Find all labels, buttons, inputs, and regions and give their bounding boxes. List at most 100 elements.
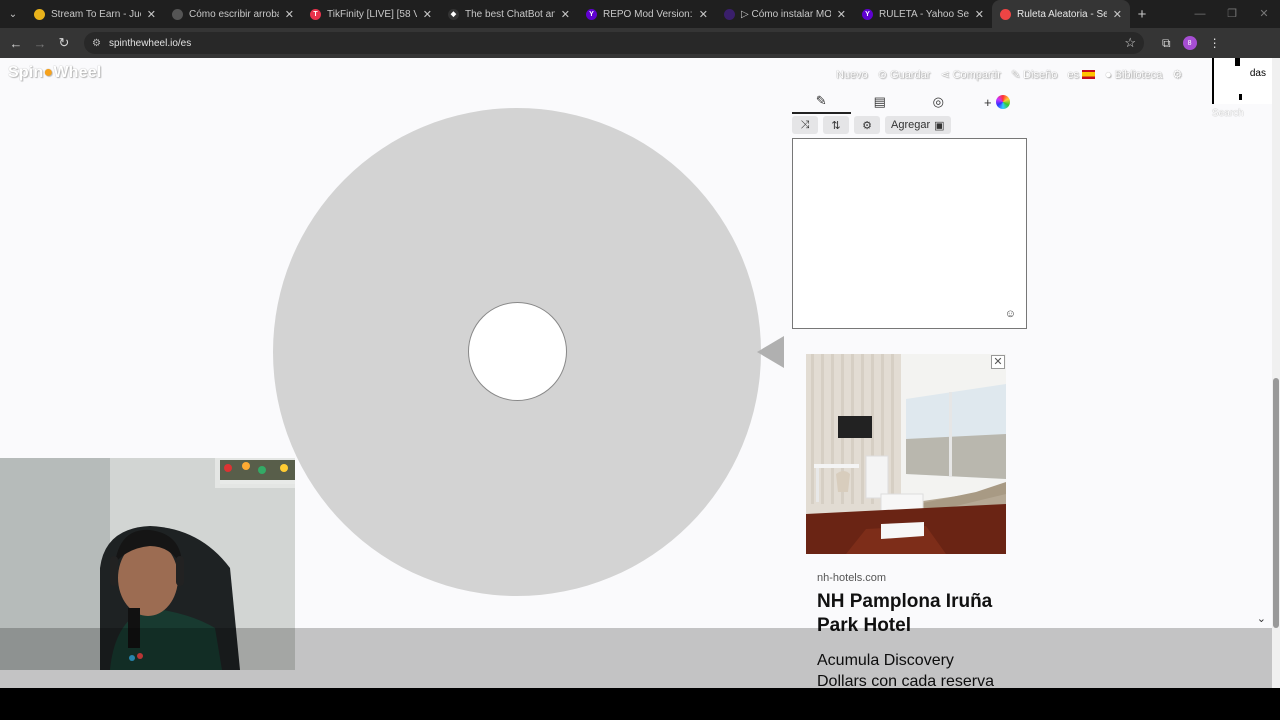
logo-text-wheel: Wheel <box>53 64 102 81</box>
tab-close-icon[interactable]: ✕ <box>285 8 294 21</box>
tab-favicon-icon: T <box>310 8 321 20</box>
minimize-icon[interactable]: — <box>1184 0 1216 28</box>
profile-avatar[interactable]: 8 <box>1182 36 1197 50</box>
close-window-icon[interactable]: ✕ <box>1248 0 1280 28</box>
browser-tabstrip: ⌄ Stream To Earn - Juegos p✕Cómo escribi… <box>0 0 1280 28</box>
url-text: spinthewheel.io/es <box>108 37 192 49</box>
nav-diseno[interactable]: ✎ Diseño <box>1010 68 1058 82</box>
site-logo[interactable]: Spin●Wheel <box>8 64 101 82</box>
nav-guardar[interactable]: ⊙ Guardar <box>877 68 931 82</box>
restore-icon[interactable]: ❐ <box>1216 0 1248 28</box>
nav-nuevo-label: Nuevo <box>836 68 868 81</box>
tab-close-icon[interactable]: ✕ <box>561 8 570 21</box>
nav-compartir-label: Compartir <box>952 68 1001 81</box>
dim-overlay <box>0 628 1280 688</box>
popup-marker <box>1239 94 1242 100</box>
add-image-button[interactable]: Agregar ▣ <box>885 116 951 134</box>
menu-kebab-icon[interactable]: ⋮ <box>1209 36 1221 50</box>
spain-flag-icon <box>1081 70 1095 79</box>
reload-icon[interactable]: ↻ <box>52 35 76 51</box>
tab-close-icon[interactable]: ✕ <box>423 8 432 21</box>
tab-title: Stream To Earn - Juegos p <box>51 8 141 20</box>
browser-tab[interactable]: Y REPO Mod Version: 10v - ✕ <box>578 0 716 28</box>
globe-icon: ● <box>1104 68 1112 81</box>
add-image-label: Agregar <box>891 119 931 131</box>
taskbar-strip <box>0 688 1280 720</box>
share-icon: ⋖ <box>940 69 950 81</box>
tab-title: ▷ Cómo instalar MODS e <box>741 8 831 20</box>
nav-biblioteca[interactable]: ● Biblioteca <box>1105 68 1162 81</box>
tab-edit[interactable]: ✎ <box>792 90 851 114</box>
nav-biblioteca-label: Biblioteca <box>1114 68 1163 81</box>
tab-close-icon[interactable]: ✕ <box>699 8 708 21</box>
forward-icon[interactable]: → <box>28 36 52 51</box>
browser-tab[interactable]: Ruleta Aleatoria - Selecto ✕ <box>992 0 1130 28</box>
pencil-icon: ✎ <box>815 93 827 108</box>
nav-lang-label: es <box>1067 68 1079 81</box>
browser-tab[interactable]: Cómo escribir arroba ✕ <box>164 0 302 28</box>
entries-textarea[interactable]: ☺ <box>792 138 1027 329</box>
sort-button[interactable]: ⇅ <box>823 116 849 134</box>
gear-icon: ⚙ <box>1172 69 1183 81</box>
nav-guardar-label: Guardar <box>890 68 931 81</box>
bookmark-star-icon[interactable]: ☆ <box>1124 35 1136 51</box>
site-info-icon[interactable]: ⚙ <box>92 38 101 49</box>
window-controls: — ❐ ✕ <box>1184 0 1280 28</box>
nav-diseno-label: Diseño <box>1023 68 1058 81</box>
hotel-room-illustration <box>806 354 1006 554</box>
tab-list: Stream To Earn - Juegos p✕Cómo escribir … <box>26 0 1130 28</box>
tab-title: Cómo escribir arroba <box>189 8 279 20</box>
save-icon: ⊙ <box>877 69 888 81</box>
nav-language[interactable]: es <box>1067 68 1095 81</box>
back-icon[interactable]: ← <box>4 36 28 51</box>
tab-close-icon[interactable]: ✕ <box>975 8 984 21</box>
new-tab-button[interactable]: + <box>1130 6 1154 23</box>
tab-title: The best ChatBot and Wid <box>465 8 555 20</box>
extensions-icon[interactable]: ⧉ <box>1162 36 1171 51</box>
top-nav: Nuevo ⊙ Guardar ⋖ Compartir ✎ Diseño es ● Bi… <box>836 68 1182 82</box>
address-bar[interactable]: ⚙ spinthewheel.io/es ☆ <box>84 32 1144 54</box>
plus-icon: + <box>983 94 992 110</box>
ad-domain: nh-hotels.com <box>817 572 887 584</box>
tab-title: Ruleta Aleatoria - Selecto <box>1017 8 1107 20</box>
pencil-icon: ✎ <box>1010 69 1021 81</box>
logo-text-spin: Spin <box>8 64 44 81</box>
hotel-room-image[interactable]: ✕ <box>806 354 1006 554</box>
tab-close-icon[interactable]: ✕ <box>1113 8 1122 21</box>
wheel-center-hub[interactable] <box>468 302 567 401</box>
tab-favicon-icon: Y <box>586 8 597 20</box>
tab-search-icon[interactable]: ⌄ <box>0 0 26 28</box>
nav-compartir[interactable]: ⋖ Compartir <box>940 68 1001 82</box>
image-icon: ▣ <box>934 119 945 132</box>
emoji-icon[interactable]: ☺ <box>1005 308 1016 320</box>
gear-icon: ⚙ <box>862 119 872 132</box>
spin-wheel[interactable] <box>273 108 761 596</box>
tab-close-icon[interactable]: ✕ <box>147 8 156 21</box>
editor-buttons: ⤨ ⇅ ⚙ Agregar ▣ <box>792 116 951 134</box>
tab-favicon-icon <box>1000 8 1011 20</box>
tab-favicon-icon <box>724 8 735 20</box>
tab-favicon-icon: ◆ <box>448 8 459 20</box>
browser-tab[interactable]: ◆ The best ChatBot and Wid ✕ <box>440 0 578 28</box>
sort-icon: ⇅ <box>831 119 841 132</box>
nav-nuevo[interactable]: Nuevo <box>836 68 868 81</box>
search-popup[interactable]: das <box>1212 58 1274 104</box>
nav-settings[interactable]: ⚙ <box>1172 68 1182 81</box>
settings-button[interactable]: ⚙ <box>854 116 880 134</box>
ad-close-icon[interactable]: ✕ <box>991 355 1005 369</box>
browser-tab[interactable]: Y RULETA - Yahoo Search T ✕ <box>854 0 992 28</box>
chevron-down-icon[interactable]: ⌄ <box>1257 612 1266 625</box>
tab-close-icon[interactable]: ✕ <box>837 8 846 21</box>
browser-tab[interactable]: Stream To Earn - Juegos p ✕ <box>26 0 164 28</box>
tab-add-color[interactable]: + <box>968 90 1027 114</box>
tab-results[interactable]: ▤ <box>851 90 910 114</box>
tab-title: RULETA - Yahoo Search T <box>879 8 969 20</box>
page-scrollbar[interactable] <box>1272 58 1280 688</box>
scrollbar-thumb[interactable] <box>1273 378 1279 628</box>
shuffle-button[interactable]: ⤨ <box>792 116 818 134</box>
tab-title: TikFinity [LIVE] [58 Viewer <box>327 8 417 20</box>
tab-hidden[interactable]: ◎ <box>909 90 968 114</box>
browser-tab[interactable]: ▷ Cómo instalar MODS e ✕ <box>716 0 854 28</box>
clipboard-icon: ▤ <box>873 94 886 109</box>
browser-tab[interactable]: T TikFinity [LIVE] [58 Viewer ✕ <box>302 0 440 28</box>
